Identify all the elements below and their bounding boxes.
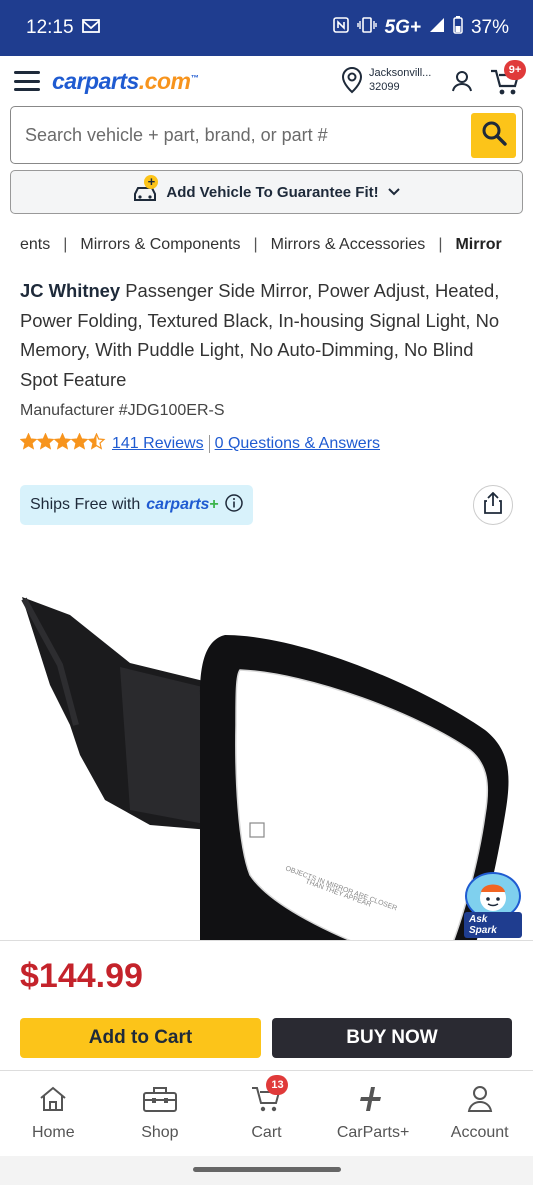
signal-icon xyxy=(429,17,445,39)
tab-account[interactable]: Account xyxy=(426,1071,533,1156)
tab-label: Shop xyxy=(141,1124,179,1141)
ships-free-brand: carparts xyxy=(146,496,210,513)
add-vehicle-button[interactable]: + Add Vehicle To Guarantee Fit! xyxy=(10,170,523,214)
search-input[interactable] xyxy=(25,124,471,146)
location-selector[interactable]: Jacksonvill... 32099 xyxy=(341,66,431,99)
carparts-plus-icon xyxy=(358,1085,388,1118)
location-pin-icon xyxy=(341,66,363,99)
network-label: 5G+ xyxy=(384,17,421,38)
logo-trademark: ™ xyxy=(190,72,198,82)
search-bar xyxy=(10,106,523,164)
spark-label: Ask Spark xyxy=(464,912,522,938)
breadcrumb-separator: | xyxy=(63,236,68,253)
location-zip: 32099 xyxy=(369,81,400,93)
ships-free-plus: + xyxy=(209,496,219,513)
app-header: carparts.com™ Jacksonvill... 32099 9+ xyxy=(0,56,533,106)
purchase-panel: $144.99 Add to Cart BUY NOW xyxy=(0,940,533,1070)
tab-shop[interactable]: Shop xyxy=(107,1071,214,1156)
product-price: $144.99 xyxy=(20,957,143,995)
tab-carparts-plus[interactable]: CarParts+ xyxy=(320,1071,427,1156)
location-city: Jacksonvill... xyxy=(369,67,432,79)
ask-spark-button[interactable]: Ask Spark xyxy=(464,872,522,938)
questions-link[interactable]: 0 Questions & Answers xyxy=(215,435,380,453)
carparts-logo[interactable]: carparts.com™ xyxy=(52,68,198,95)
ships-free-badge[interactable]: Ships Free with carparts+ xyxy=(20,485,253,525)
add-to-cart-button[interactable]: Add to Cart xyxy=(20,1018,261,1058)
battery-icon xyxy=(453,16,463,40)
tab-cart[interactable]: 13 Cart xyxy=(213,1071,320,1156)
shipping-row: Ships Free with carparts+ xyxy=(0,485,533,525)
manufacturer-number: Manufacturer #JDG100ER-S xyxy=(20,402,225,419)
battery-percent: 37% xyxy=(470,17,509,38)
tab-label: CarParts+ xyxy=(336,1124,410,1141)
rating-divider xyxy=(208,435,210,453)
tab-label: Home xyxy=(31,1124,75,1141)
add-vehicle-label: Add Vehicle To Guarantee Fit! xyxy=(166,183,379,201)
breadcrumb: ents | Mirrors & Components | Mirrors & … xyxy=(0,236,533,258)
star-rating xyxy=(19,432,106,455)
mail-icon xyxy=(81,17,100,39)
search-icon xyxy=(481,120,507,151)
status-bar: 12:15 5G+ 37% xyxy=(0,0,533,56)
product-image[interactable]: OBJECTS IN MIRROR ARE CLOSER THAN THEY A… xyxy=(0,575,533,975)
cart-icon: 13 xyxy=(250,1075,289,1118)
logo-text: carparts xyxy=(52,67,139,94)
bottom-tab-bar: Home Shop 13 Cart CarParts+ Account xyxy=(0,1070,533,1156)
buy-now-button[interactable]: BUY NOW xyxy=(272,1018,512,1058)
info-icon[interactable] xyxy=(225,493,243,517)
breadcrumb-current: Mirror xyxy=(455,236,502,253)
chevron-down-icon xyxy=(387,184,401,201)
reviews-link[interactable]: 141 Reviews xyxy=(112,435,204,453)
share-icon xyxy=(483,491,503,519)
breadcrumb-item[interactable]: Mirrors & Components xyxy=(80,236,240,258)
nfc-icon xyxy=(332,17,349,39)
tab-label: Cart xyxy=(251,1124,282,1141)
breadcrumb-separator: | xyxy=(438,236,443,253)
share-button[interactable] xyxy=(473,485,513,525)
header-cart-badge: 9+ xyxy=(504,60,526,80)
product-brand: JC Whitney xyxy=(20,280,121,301)
header-cart-icon[interactable]: 9+ xyxy=(490,60,526,101)
logo-dot-com: .com xyxy=(138,67,191,94)
tab-label: Account xyxy=(450,1124,509,1141)
home-icon xyxy=(38,1085,68,1118)
breadcrumb-separator: | xyxy=(253,236,258,253)
tab-home[interactable]: Home xyxy=(0,1071,107,1156)
car-add-icon: + xyxy=(132,175,159,203)
breadcrumb-item[interactable]: Mirrors & Accessories xyxy=(271,236,426,258)
rating-row: 141 Reviews 0 Questions & Answers xyxy=(0,432,533,455)
account-icon xyxy=(467,1085,493,1118)
vibrate-icon xyxy=(356,17,377,39)
status-time: 12:15 xyxy=(26,17,74,38)
ships-free-text: Ships Free with xyxy=(30,496,141,513)
toolbox-icon xyxy=(142,1085,178,1118)
search-button[interactable] xyxy=(471,112,516,158)
product-title: JC Whitney Passenger Side Mirror, Power … xyxy=(0,276,533,394)
breadcrumb-item[interactable]: ents xyxy=(20,236,50,258)
mirror-illustration: OBJECTS IN MIRROR ARE CLOSER THAN THEY A… xyxy=(21,597,509,975)
user-icon[interactable] xyxy=(450,69,474,98)
hamburger-menu-icon[interactable] xyxy=(14,71,40,91)
home-gesture-pill[interactable] xyxy=(193,1167,341,1172)
cart-count-badge: 13 xyxy=(266,1075,289,1095)
